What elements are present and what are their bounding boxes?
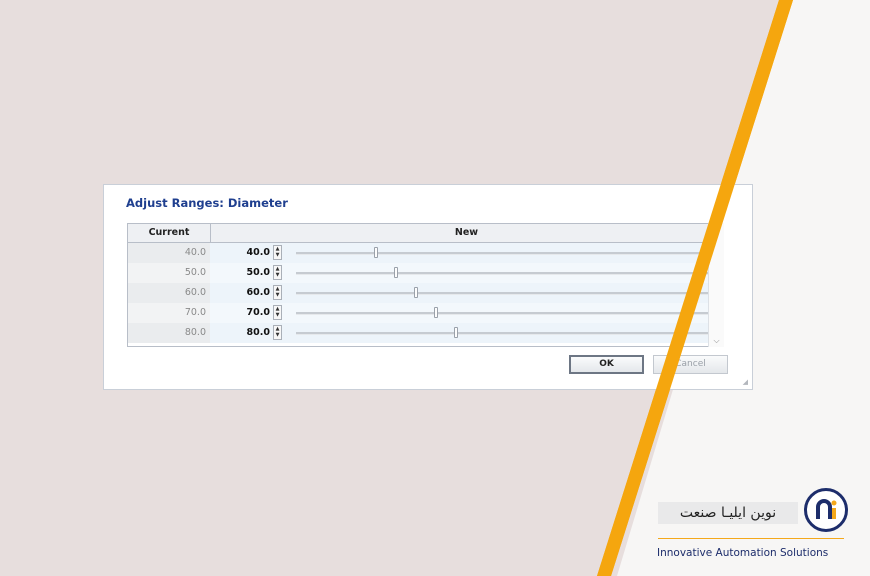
spin-down-icon[interactable]: ▼: [274, 312, 281, 318]
value-spinner[interactable]: ▲ ▼: [273, 265, 282, 280]
new-value-input[interactable]: 50.0: [224, 263, 270, 283]
range-slider-track[interactable]: [296, 252, 722, 255]
new-value-input[interactable]: 40.0: [224, 243, 270, 263]
table-row: 40.0 40.0 ▲ ▼: [128, 243, 722, 263]
brand-name-fa: نوین ایلیـا صنعت: [658, 502, 798, 524]
scroll-down-arrow-icon[interactable]: ⌵: [709, 335, 724, 347]
table-row: 60.0 60.0 ▲ ▼: [128, 283, 722, 303]
adjust-ranges-dialog: Adjust Ranges: Diameter Current New 40.0…: [103, 184, 753, 390]
brand-logo: نوین ایلیـا صنعت Innovative Automation S…: [654, 486, 866, 566]
spin-down-icon[interactable]: ▼: [274, 252, 281, 258]
vertical-scrollbar[interactable]: ⌵: [708, 223, 724, 347]
brand-tagline: Innovative Automation Solutions: [657, 547, 829, 559]
range-slider-track[interactable]: [296, 272, 722, 275]
value-spinner[interactable]: ▲ ▼: [273, 245, 282, 260]
table-row: 80.0 80.0 ▲ ▼: [128, 323, 722, 343]
range-slider-thumb[interactable]: [434, 307, 438, 318]
cancel-button[interactable]: Cancel: [653, 355, 728, 374]
column-header-new[interactable]: New: [211, 224, 722, 242]
range-slider-thumb[interactable]: [414, 287, 418, 298]
current-value: 70.0: [128, 303, 210, 323]
table-row: 70.0 70.0 ▲ ▼: [128, 303, 722, 323]
table-body: 40.0 40.0 ▲ ▼ 50.0 50.0 ▲ ▼ 60.0 60.0 ▲ ▼ 70.0 70.0 ▲ ▼…: [128, 243, 722, 343]
new-value-input[interactable]: 60.0: [224, 283, 270, 303]
brand-divider: [658, 538, 844, 539]
range-slider-track[interactable]: [296, 332, 722, 335]
range-slider-thumb[interactable]: [374, 247, 378, 258]
range-slider-track[interactable]: [296, 292, 722, 295]
current-value: 60.0: [128, 283, 210, 303]
range-slider-track[interactable]: [296, 312, 722, 315]
ok-button[interactable]: OK: [569, 355, 644, 374]
value-spinner[interactable]: ▲ ▼: [273, 305, 282, 320]
new-value-cell: 40.0 ▲ ▼: [210, 243, 722, 263]
new-value-cell: 50.0 ▲ ▼: [210, 263, 722, 283]
resize-grip-icon[interactable]: ◢: [743, 378, 748, 386]
current-value: 50.0: [128, 263, 210, 283]
ranges-table: Current New 40.0 40.0 ▲ ▼ 50.0 50.0 ▲ ▼ 60.0 60.0…: [127, 223, 723, 347]
value-spinner[interactable]: ▲ ▼: [273, 325, 282, 340]
dialog-title: Adjust Ranges: Diameter: [126, 196, 288, 210]
spin-down-icon[interactable]: ▼: [274, 332, 281, 338]
current-value: 80.0: [128, 323, 210, 343]
value-spinner[interactable]: ▲ ▼: [273, 285, 282, 300]
column-header-current[interactable]: Current: [128, 224, 211, 242]
table-header: Current New: [128, 224, 722, 243]
new-value-input[interactable]: 80.0: [224, 323, 270, 343]
new-value-cell: 70.0 ▲ ▼: [210, 303, 722, 323]
current-value: 40.0: [128, 243, 210, 263]
brand-logo-icon: [804, 488, 848, 532]
range-slider-thumb[interactable]: [454, 327, 458, 338]
new-value-cell: 80.0 ▲ ▼: [210, 323, 722, 343]
spin-down-icon[interactable]: ▼: [274, 272, 281, 278]
spin-down-icon[interactable]: ▼: [274, 292, 281, 298]
range-slider-thumb[interactable]: [394, 267, 398, 278]
table-row: 50.0 50.0 ▲ ▼: [128, 263, 722, 283]
new-value-input[interactable]: 70.0: [224, 303, 270, 323]
new-value-cell: 60.0 ▲ ▼: [210, 283, 722, 303]
